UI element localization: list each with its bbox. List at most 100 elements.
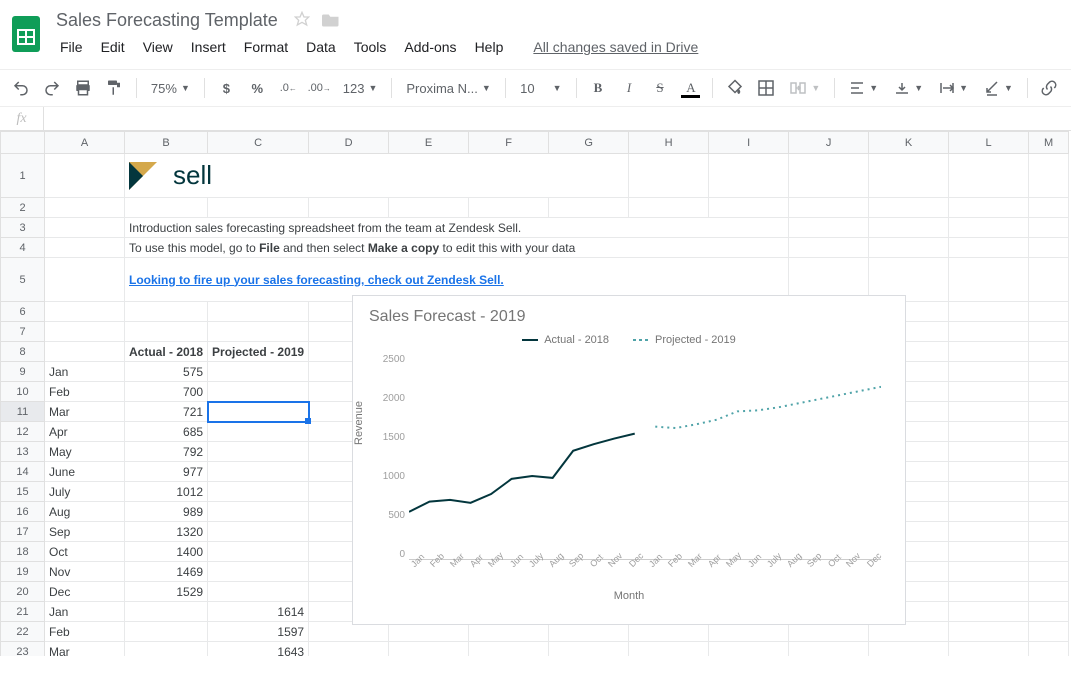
cell-A5[interactable] xyxy=(45,258,125,302)
undo-button[interactable] xyxy=(8,74,35,102)
cell-B4[interactable]: To use this model, go to File and then s… xyxy=(125,238,789,258)
strikethrough-button[interactable]: S xyxy=(646,74,673,102)
col-header-I[interactable]: I xyxy=(709,132,789,154)
cell-B13[interactable]: 792 xyxy=(125,442,208,462)
menu-edit[interactable]: Edit xyxy=(93,35,133,59)
cell-M8[interactable] xyxy=(1029,342,1069,362)
row-header-1[interactable]: 1 xyxy=(1,154,45,198)
cell-J2[interactable] xyxy=(789,198,869,218)
cell-A1[interactable] xyxy=(45,154,125,198)
save-status[interactable]: All changes saved in Drive xyxy=(525,35,706,59)
cell-M16[interactable] xyxy=(1029,502,1069,522)
cell-C12[interactable] xyxy=(208,422,309,442)
cell-K23[interactable] xyxy=(869,642,949,657)
cell-J4[interactable] xyxy=(789,238,869,258)
cell-B11[interactable]: 721 xyxy=(125,402,208,422)
cell-L10[interactable] xyxy=(949,382,1029,402)
chart[interactable]: Sales Forecast - 2019 Actual - 2018 Proj… xyxy=(352,295,906,625)
col-header-G[interactable]: G xyxy=(549,132,629,154)
menu-addons[interactable]: Add-ons xyxy=(396,35,464,59)
row-header-2[interactable]: 2 xyxy=(1,198,45,218)
col-header-C[interactable]: C xyxy=(208,132,309,154)
cell-L16[interactable] xyxy=(949,502,1029,522)
v-align-dropdown[interactable]: ▼ xyxy=(888,74,929,102)
cell-B1[interactable]: sell xyxy=(125,154,629,198)
menu-file[interactable]: File xyxy=(52,35,91,59)
cell-M10[interactable] xyxy=(1029,382,1069,402)
cell-A19[interactable]: Nov xyxy=(45,562,125,582)
cell-C13[interactable] xyxy=(208,442,309,462)
cell-B22[interactable] xyxy=(125,622,208,642)
cell-C6[interactable] xyxy=(208,302,309,322)
cell-K1[interactable] xyxy=(869,154,949,198)
rotate-dropdown[interactable]: ▼ xyxy=(978,74,1019,102)
col-header-M[interactable]: M xyxy=(1029,132,1069,154)
cell-C2[interactable] xyxy=(208,198,309,218)
cell-C8[interactable]: Projected - 2019 xyxy=(208,342,309,362)
row-header-5[interactable]: 5 xyxy=(1,258,45,302)
cell-D2[interactable] xyxy=(309,198,389,218)
menu-tools[interactable]: Tools xyxy=(346,35,395,59)
row-header-21[interactable]: 21 xyxy=(1,602,45,622)
cell-L15[interactable] xyxy=(949,482,1029,502)
cell-L21[interactable] xyxy=(949,602,1029,622)
cell-M7[interactable] xyxy=(1029,322,1069,342)
cell-A11[interactable]: Mar xyxy=(45,402,125,422)
cell-B20[interactable]: 1529 xyxy=(125,582,208,602)
cell-L5[interactable] xyxy=(949,258,1029,302)
cell-A22[interactable]: Feb xyxy=(45,622,125,642)
h-align-dropdown[interactable]: ▼ xyxy=(843,74,884,102)
col-header-B[interactable]: B xyxy=(125,132,208,154)
cell-B7[interactable] xyxy=(125,322,208,342)
cell-C10[interactable] xyxy=(208,382,309,402)
cell-A7[interactable] xyxy=(45,322,125,342)
cell-F2[interactable] xyxy=(469,198,549,218)
row-header-18[interactable]: 18 xyxy=(1,542,45,562)
cell-L14[interactable] xyxy=(949,462,1029,482)
col-header-D[interactable]: D xyxy=(309,132,389,154)
cell-I23[interactable] xyxy=(709,642,789,657)
cell-B12[interactable]: 685 xyxy=(125,422,208,442)
menu-insert[interactable]: Insert xyxy=(183,35,234,59)
cell-A13[interactable]: May xyxy=(45,442,125,462)
print-button[interactable] xyxy=(70,74,97,102)
cell-C18[interactable] xyxy=(208,542,309,562)
cell-J23[interactable] xyxy=(789,642,869,657)
menu-help[interactable]: Help xyxy=(467,35,512,59)
cell-A16[interactable]: Aug xyxy=(45,502,125,522)
text-color-button[interactable]: A xyxy=(677,74,704,102)
cell-A21[interactable]: Jan xyxy=(45,602,125,622)
doc-title[interactable]: Sales Forecasting Template xyxy=(52,8,282,33)
fill-color-button[interactable] xyxy=(721,74,748,102)
col-header-F[interactable]: F xyxy=(469,132,549,154)
cell-A17[interactable]: Sep xyxy=(45,522,125,542)
row-header-11[interactable]: 11 xyxy=(1,402,45,422)
cell-C17[interactable] xyxy=(208,522,309,542)
col-header-J[interactable]: J xyxy=(789,132,869,154)
cell-M6[interactable] xyxy=(1029,302,1069,322)
cell-M23[interactable] xyxy=(1029,642,1069,657)
paint-format-button[interactable] xyxy=(101,74,128,102)
cell-M4[interactable] xyxy=(1029,238,1069,258)
redo-button[interactable] xyxy=(39,74,66,102)
cell-B10[interactable]: 700 xyxy=(125,382,208,402)
cell-L6[interactable] xyxy=(949,302,1029,322)
cell-B8[interactable]: Actual - 2018 xyxy=(125,342,208,362)
font-dropdown[interactable]: Proxima N...▼ xyxy=(400,74,497,102)
cell-B19[interactable]: 1469 xyxy=(125,562,208,582)
cell-A12[interactable]: Apr xyxy=(45,422,125,442)
row-header-8[interactable]: 8 xyxy=(1,342,45,362)
row-header-7[interactable]: 7 xyxy=(1,322,45,342)
cell-M21[interactable] xyxy=(1029,602,1069,622)
cell-L12[interactable] xyxy=(949,422,1029,442)
cell-B9[interactable]: 575 xyxy=(125,362,208,382)
cell-B14[interactable]: 977 xyxy=(125,462,208,482)
cell-A14[interactable]: June xyxy=(45,462,125,482)
col-header-E[interactable]: E xyxy=(389,132,469,154)
cell-E23[interactable] xyxy=(389,642,469,657)
cell-D23[interactable] xyxy=(309,642,389,657)
cell-E2[interactable] xyxy=(389,198,469,218)
cell-A6[interactable] xyxy=(45,302,125,322)
cell-K4[interactable] xyxy=(869,238,949,258)
cell-A8[interactable] xyxy=(45,342,125,362)
